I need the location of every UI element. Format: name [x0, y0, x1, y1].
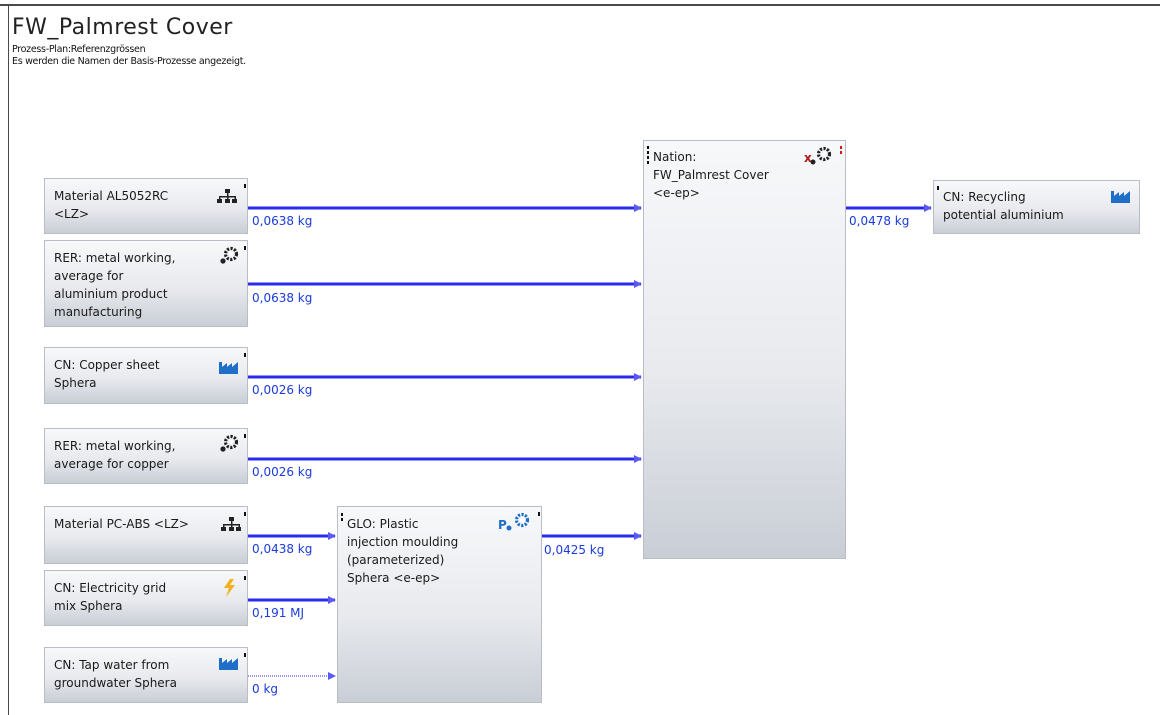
excluded-gears-icon: x	[804, 146, 832, 165]
flow-amount-tap-water: 0 kg	[252, 682, 279, 696]
factory-icon	[219, 362, 238, 374]
flow-amount-metal-al: 0,0638 kg	[252, 291, 313, 305]
svg-text:P: P	[498, 518, 507, 532]
node-label: CN: Electricity grid mix Sphera	[54, 581, 167, 613]
flow-amount-pcabs: 0,0438 kg	[252, 542, 313, 556]
node-label: Material AL5052RC <LZ>	[54, 189, 169, 221]
node-label: CN: Tap water from groundwater Sphera	[54, 658, 177, 690]
node-label: Nation: FW_Palmrest Cover <e-ep>	[653, 150, 769, 200]
process-node-copper-sheet[interactable]: CN: Copper sheet Sphera	[44, 347, 248, 404]
process-node-nation-palmrest-cover[interactable]: Nation: FW_Palmrest Cover <e-ep> x	[643, 140, 846, 559]
gears-icon	[220, 434, 239, 452]
node-label: RER: metal working, average for copper	[54, 439, 176, 471]
process-node-metal-working-copper[interactable]: RER: metal working, average for copper	[44, 428, 248, 484]
process-node-electricity-grid-mix[interactable]: CN: Electricity grid mix Sphera	[44, 570, 248, 626]
process-node-recycling-aluminium[interactable]: CN: Recycling potential aluminium	[933, 180, 1140, 234]
flow-amount-metal-cu: 0,0026 kg	[252, 465, 313, 479]
flow-amount-nation: 0,0478 kg	[849, 214, 910, 228]
parameterized-gears-icon: P	[498, 512, 530, 532]
lightning-icon	[224, 579, 235, 597]
factory-icon	[219, 658, 238, 670]
flow-amount-moulding: 0,0425 kg	[544, 543, 605, 557]
process-node-plastic-injection-moulding[interactable]: GLO: Plastic injection moulding (paramet…	[337, 506, 542, 703]
plan-hierarchy-icon	[217, 189, 237, 203]
flow-amount-material-al: 0,0638 kg	[252, 214, 313, 228]
plan-hierarchy-icon	[221, 517, 241, 531]
node-label: CN: Copper sheet Sphera	[54, 358, 160, 390]
process-node-material-pc-abs[interactable]: Material PC-ABS <LZ>	[44, 506, 248, 564]
node-label: RER: metal working, average for aluminiu…	[54, 251, 176, 319]
flow-amount-copper-sheet: 0,0026 kg	[252, 383, 313, 397]
process-node-material-al5052rc[interactable]: Material AL5052RC <LZ>	[44, 178, 248, 234]
process-node-metal-working-aluminium[interactable]: RER: metal working, average for aluminiu…	[44, 240, 248, 327]
process-node-tap-water[interactable]: CN: Tap water from groundwater Sphera	[44, 647, 248, 703]
gears-icon	[220, 246, 239, 264]
flow-amount-electricity: 0,191 MJ	[252, 606, 305, 620]
factory-icon	[1111, 191, 1130, 203]
node-label: CN: Recycling potential aluminium	[943, 190, 1064, 222]
node-label: GLO: Plastic injection moulding (paramet…	[347, 517, 459, 585]
node-label: Material PC-ABS <LZ>	[54, 517, 189, 531]
